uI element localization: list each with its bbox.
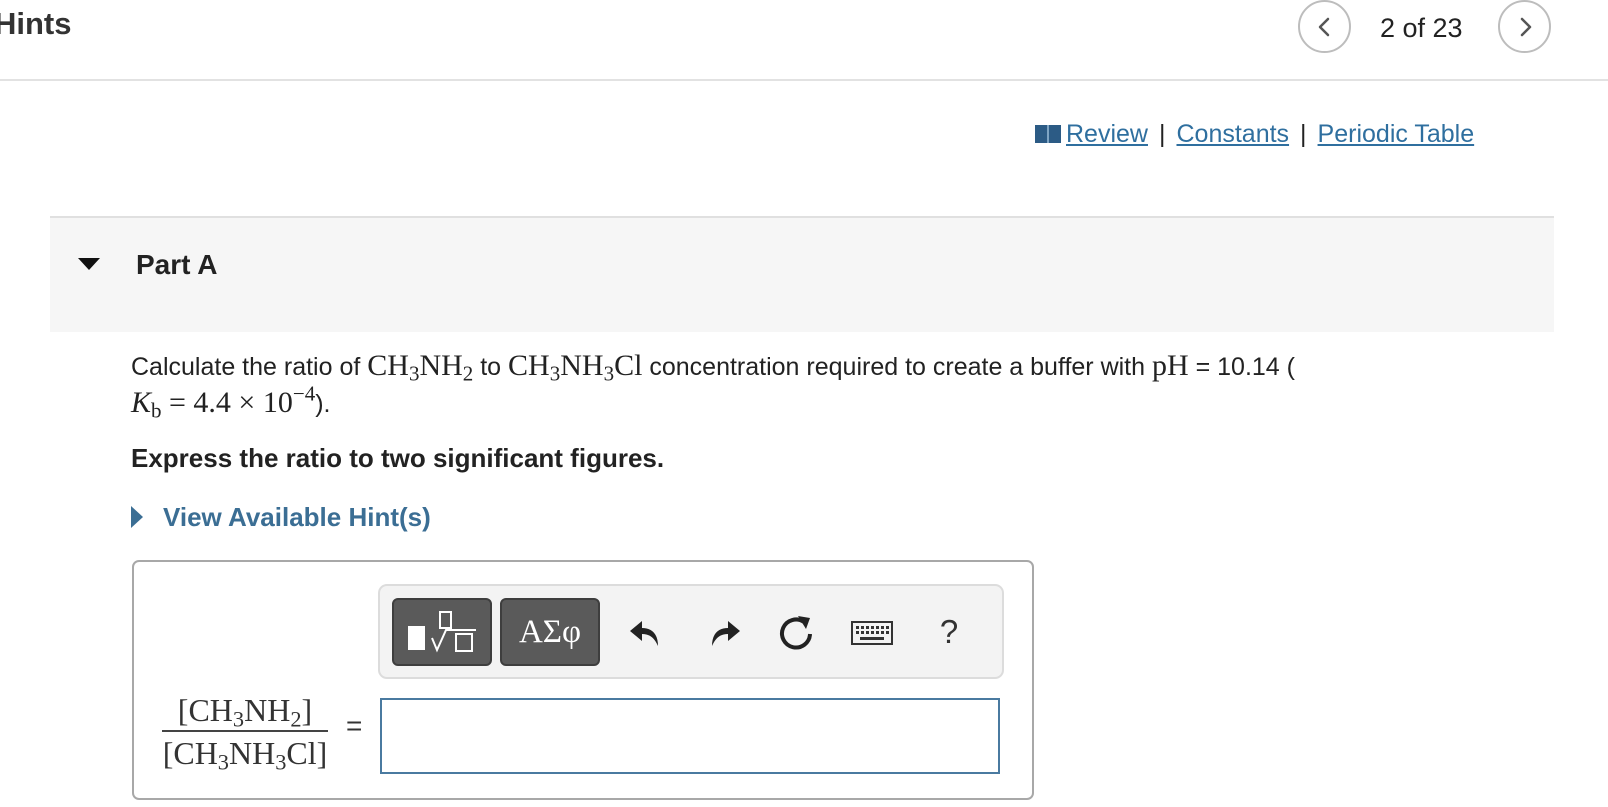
previous-button[interactable] [1298,0,1351,53]
ratio-fraction: [CH3NH2] [CH3NH3Cl] [158,690,332,775]
question-fragment: ). [315,390,331,418]
triangle-right-icon [131,506,143,528]
part-title: Part A [136,249,218,280]
view-hints-label: View Available Hint(s) [163,502,431,532]
reset-icon [780,616,812,650]
kb-expression: Kb = 4.4 × 10−4 [131,381,316,423]
question-fragment: concentration required to create a buffe… [642,353,1152,381]
redo-icon [712,621,740,646]
question-text: Calculate the ratio of CH3NH2 to CH3NH3C… [131,348,1431,422]
undo-button[interactable] [624,608,672,656]
link-separator: | [1158,120,1166,148]
book-icon [1035,125,1061,143]
part-a-header[interactable]: Part A [50,216,1554,332]
ph-value: = 10.14 ( [1188,353,1295,381]
redo-button[interactable] [698,608,746,656]
review-link[interactable]: Review [1066,120,1148,148]
triangle-down-icon[interactable] [78,258,100,270]
reset-button[interactable] [772,608,820,656]
constants-link[interactable]: Constants [1176,120,1289,148]
fraction-denominator: [CH3NH3Cl] [162,735,328,775]
greek-symbols-button[interactable]: ΑΣφ [500,598,600,666]
periodic-table-link[interactable]: Periodic Table [1318,120,1475,148]
keyboard-icon [851,621,893,645]
keyboard-button[interactable] [848,608,896,656]
next-button[interactable] [1498,0,1551,53]
view-hints-toggle[interactable]: View Available Hint(s) [131,502,431,533]
header: Hints 2 of 23 [0,0,1608,81]
question-fragment: to [473,353,509,381]
math-templates-button[interactable] [392,598,492,666]
instruction-text: Express the ratio to two significant fig… [131,443,665,473]
question-fragment: Calculate the ratio of [131,353,368,381]
undo-icon [630,621,658,646]
resource-links: Review | Constants | Periodic Table [1034,120,1474,149]
ph-label: pH [1151,349,1189,382]
equals-sign: = [346,710,363,741]
chevron-left-icon [1318,17,1330,37]
math-templates-icon [408,611,476,653]
compound-methylamine: CH3NH2 [367,349,474,386]
answer-box: ΑΣφ ? [CH3NH2] [CH3NH3Cl] = [132,560,1034,800]
page-counter: 2 of 23 [1380,13,1463,43]
link-separator: | [1300,120,1307,148]
fraction-numerator: [CH3NH2] [177,692,313,732]
page-title: Hints [0,6,72,41]
chevron-right-icon [1520,17,1532,37]
compound-methylammonium-chloride: CH3NH3Cl [508,349,643,386]
math-toolbar: ΑΣφ ? [378,584,1004,679]
answer-input[interactable] [380,698,1000,774]
help-button[interactable]: ? [925,608,973,656]
